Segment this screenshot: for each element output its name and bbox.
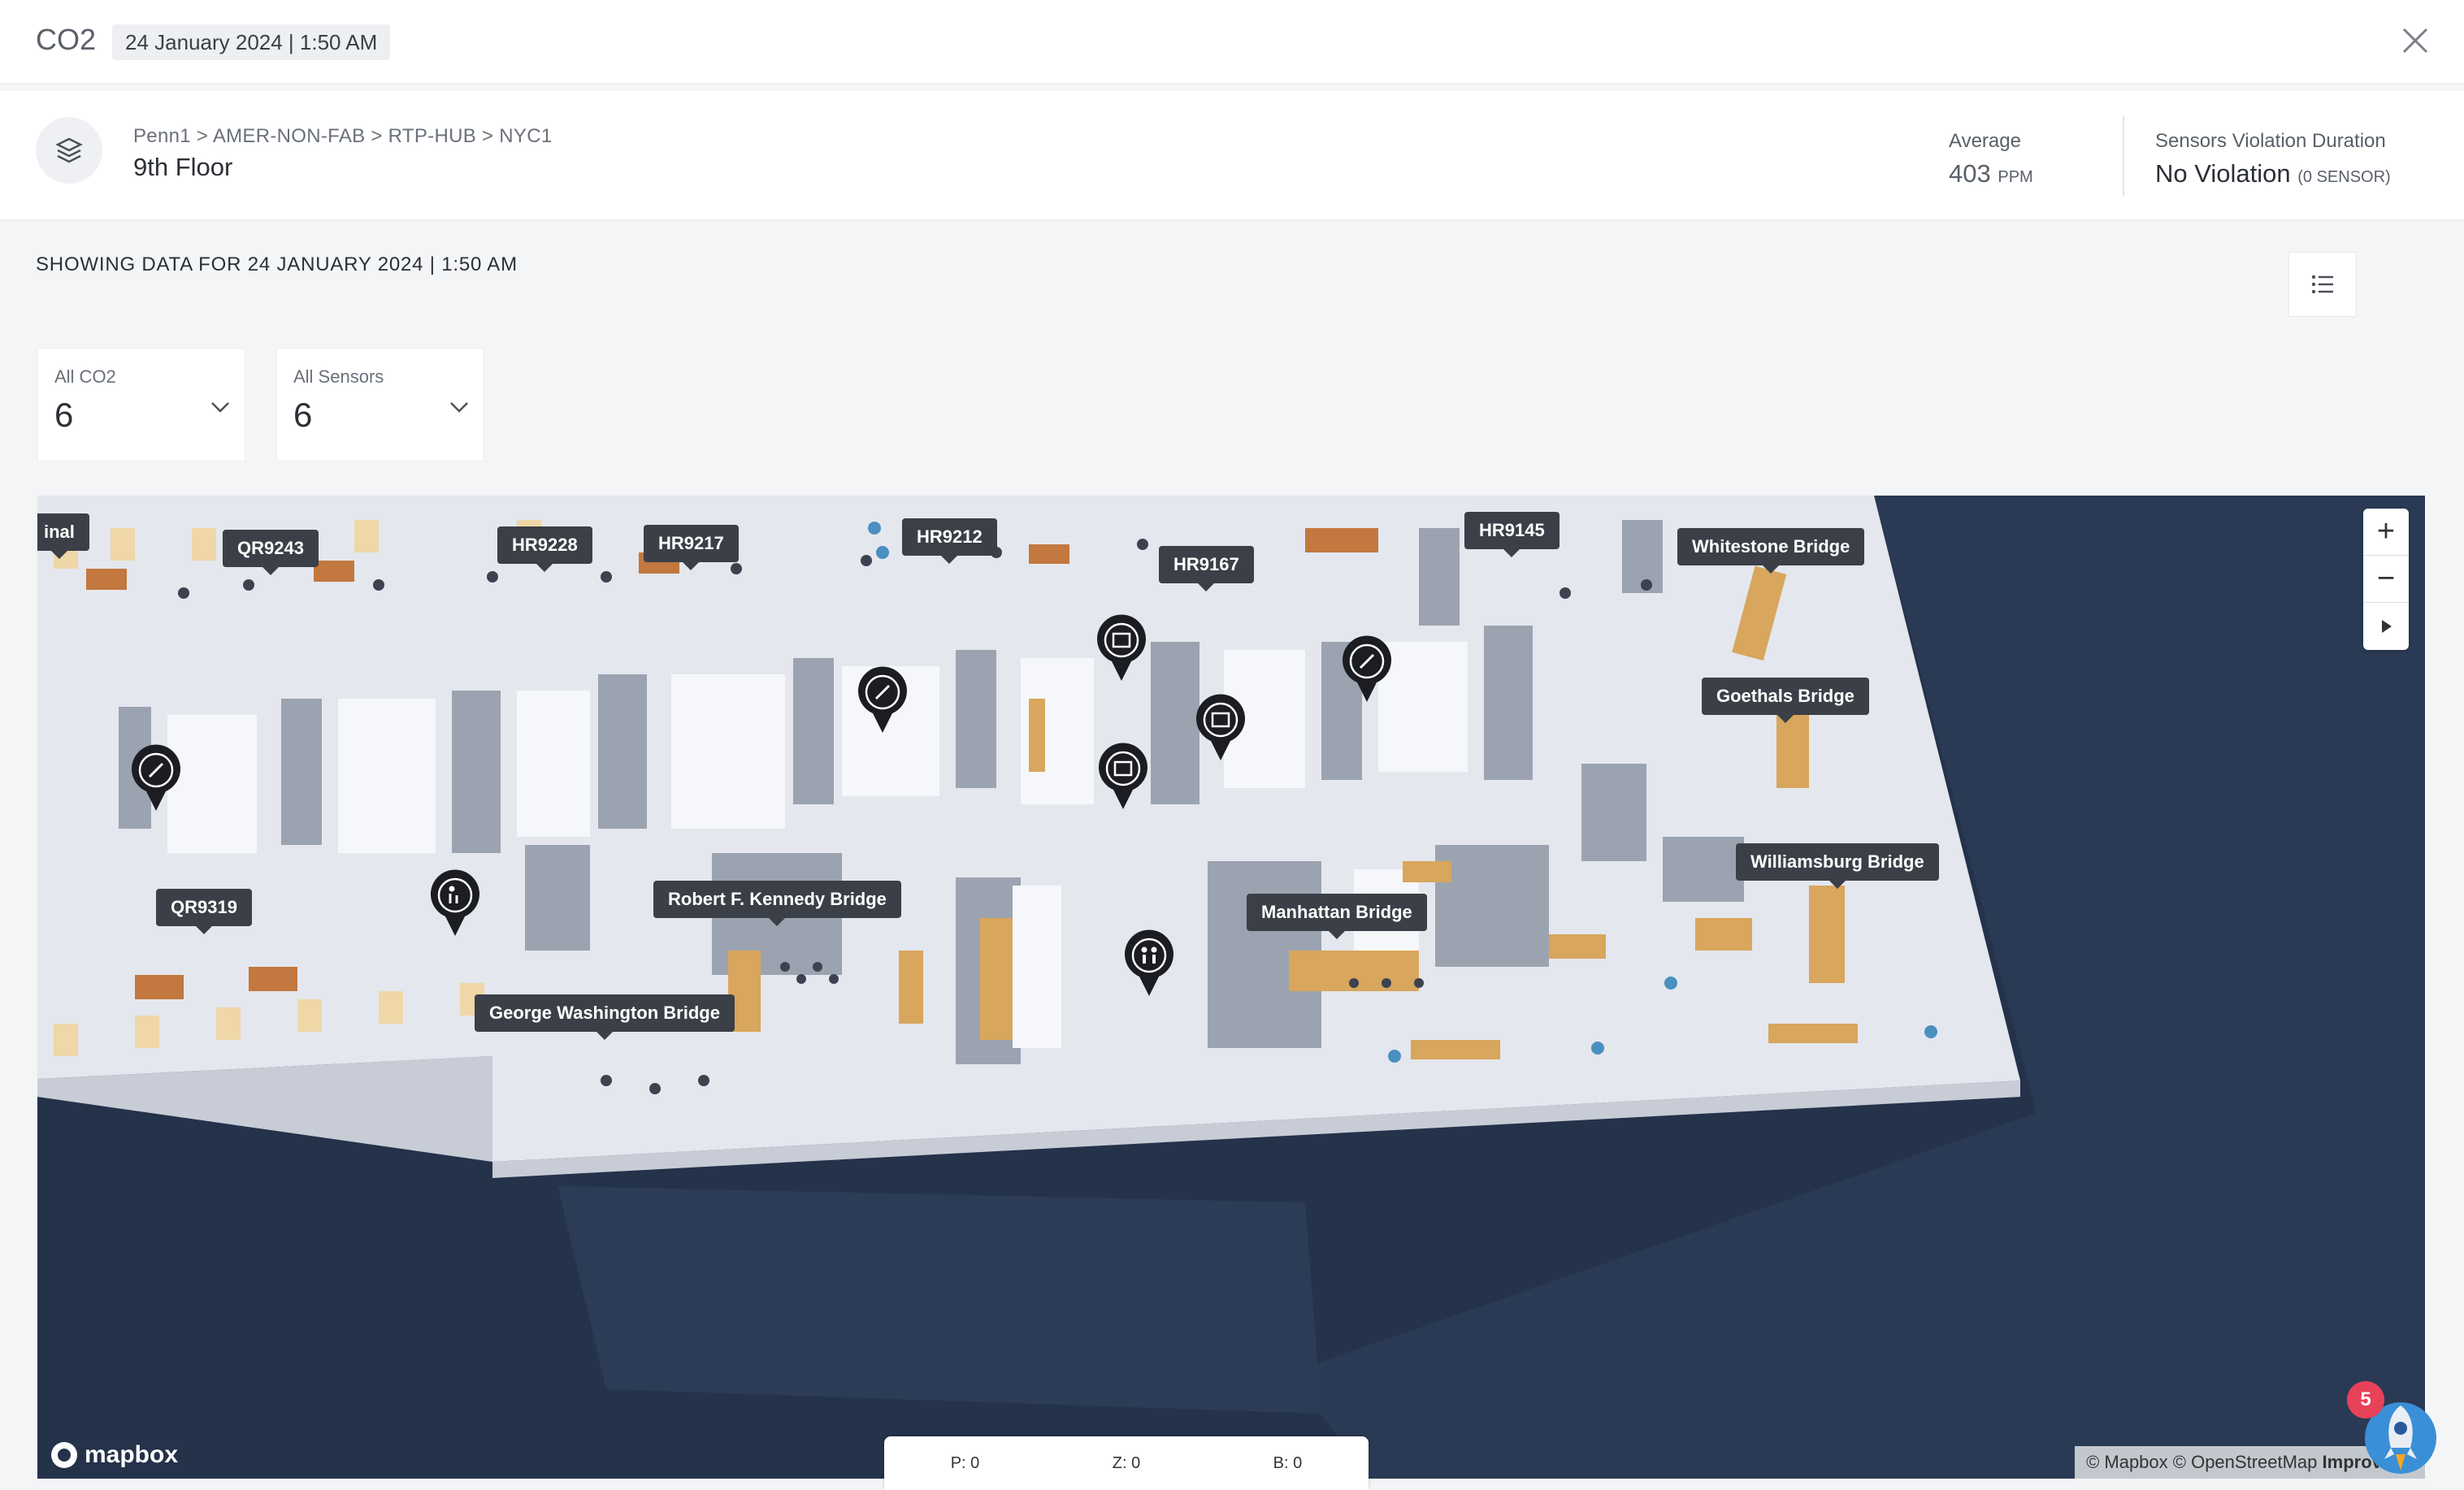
device-sensor-pin-icon[interactable] xyxy=(1097,743,1149,811)
map-zoom-controls: + − xyxy=(2363,509,2409,650)
room-label[interactable]: HR9145 xyxy=(1464,512,1560,557)
room-label[interactable]: QR9319 xyxy=(156,889,252,934)
room-label[interactable]: Robert F. Kennedy Bridge xyxy=(653,881,901,926)
status-b: B: 0 xyxy=(1273,1453,1303,1472)
room-label[interactable]: HR9217 xyxy=(644,525,739,570)
attribution-text: © Mapbox © OpenStreetMap xyxy=(2086,1452,2318,1472)
list-icon xyxy=(2311,275,2333,294)
breadcrumb: Penn1 > AMER-NON-FAB > RTP-HUB > NYC1 xyxy=(133,125,553,147)
device-sensor-pin-icon[interactable] xyxy=(1195,694,1247,762)
map-status-bar: P: 0 Z: 0 B: 0 xyxy=(884,1436,1369,1490)
room-label[interactable]: Goethals Bridge xyxy=(1702,678,1869,723)
modal-header: CO2 24 January 2024 | 1:50 AM xyxy=(0,0,2464,84)
room-label[interactable]: inal xyxy=(37,513,89,559)
floor-plan-drawing xyxy=(37,496,2425,1479)
room-label[interactable]: QR9243 xyxy=(223,530,319,575)
floor-map[interactable]: inal QR9243 HR9228 HR9217 HR9212 HR9167 … xyxy=(37,496,2425,1479)
list-view-button[interactable] xyxy=(2288,252,2357,317)
chevron-down-icon xyxy=(211,402,229,413)
zoom-out-button[interactable]: − xyxy=(2363,556,2409,603)
violation-value: No Violation (0 SENSOR) xyxy=(2155,159,2391,188)
date-chip: 24 January 2024 | 1:50 AM xyxy=(112,24,391,60)
room-label[interactable]: Williamsburg Bridge xyxy=(1736,843,1939,889)
chevron-down-icon xyxy=(450,402,468,413)
status-p: P: 0 xyxy=(950,1453,980,1472)
compass-icon xyxy=(2382,620,2392,633)
average-label: Average xyxy=(1949,130,2021,152)
co2-sensor-pin-icon[interactable] xyxy=(1341,635,1393,704)
room-label[interactable]: HR9228 xyxy=(497,526,592,572)
compass-button[interactable] xyxy=(2363,603,2409,650)
close-icon[interactable] xyxy=(2399,24,2431,57)
floor-name: 9th Floor xyxy=(133,153,233,181)
showing-data-text: SHOWING DATA FOR 24 JANUARY 2024 | 1:50 … xyxy=(36,253,518,275)
assistant-button[interactable]: 5 xyxy=(2345,1381,2443,1479)
average-unit: PPM xyxy=(1998,168,2033,186)
layers-icon[interactable] xyxy=(36,117,102,184)
notification-badge: 5 xyxy=(2347,1381,2384,1419)
room-label[interactable]: Whitestone Bridge xyxy=(1677,528,1865,574)
device-sensor-pin-icon[interactable] xyxy=(1095,614,1147,682)
filter-label: All CO2 xyxy=(54,366,116,387)
mapbox-logo: mapbox xyxy=(49,1440,178,1471)
room-label[interactable]: HR9167 xyxy=(1159,546,1254,591)
zoom-in-button[interactable]: + xyxy=(2363,509,2409,556)
view-toggle xyxy=(2288,252,2425,812)
room-label[interactable]: George Washington Bridge xyxy=(475,994,735,1040)
status-z: Z: 0 xyxy=(1112,1453,1141,1472)
filter-value: 6 xyxy=(293,396,313,434)
filter-label: All Sensors xyxy=(293,366,384,387)
mapbox-logo-text: mapbox xyxy=(85,1441,179,1468)
co2-sensor-pin-icon[interactable] xyxy=(857,666,909,734)
co2-sensor-pin-icon[interactable] xyxy=(130,744,182,812)
room-label[interactable]: Manhattan Bridge xyxy=(1247,894,1427,939)
average-number: 403 xyxy=(1949,159,1991,188)
violation-detail: (0 SENSOR) xyxy=(2297,168,2391,186)
occupancy-pin-icon[interactable] xyxy=(429,869,481,938)
violation-metric: Sensors Violation Duration No Violation … xyxy=(2155,130,2391,188)
filter-value: 6 xyxy=(54,396,74,434)
location-info-bar: Penn1 > AMER-NON-FAB > RTP-HUB > NYC1 9t… xyxy=(0,91,2464,221)
sensors-filter-dropdown[interactable]: All Sensors 6 xyxy=(276,348,484,461)
modal-title: CO2 xyxy=(36,23,97,56)
average-value: 403 PPM xyxy=(1949,159,2033,188)
badge-count: 5 xyxy=(2360,1388,2371,1410)
metric-divider xyxy=(2123,115,2124,197)
people-pin-icon[interactable] xyxy=(1123,929,1175,998)
average-metric: Average 403 PPM xyxy=(1949,130,2033,188)
co2-filter-dropdown[interactable]: All CO2 6 xyxy=(37,348,245,461)
mapbox-logo-icon xyxy=(51,1442,77,1468)
violation-status: No Violation xyxy=(2155,159,2291,188)
violation-label: Sensors Violation Duration xyxy=(2155,130,2386,152)
room-label[interactable]: HR9212 xyxy=(902,518,997,564)
